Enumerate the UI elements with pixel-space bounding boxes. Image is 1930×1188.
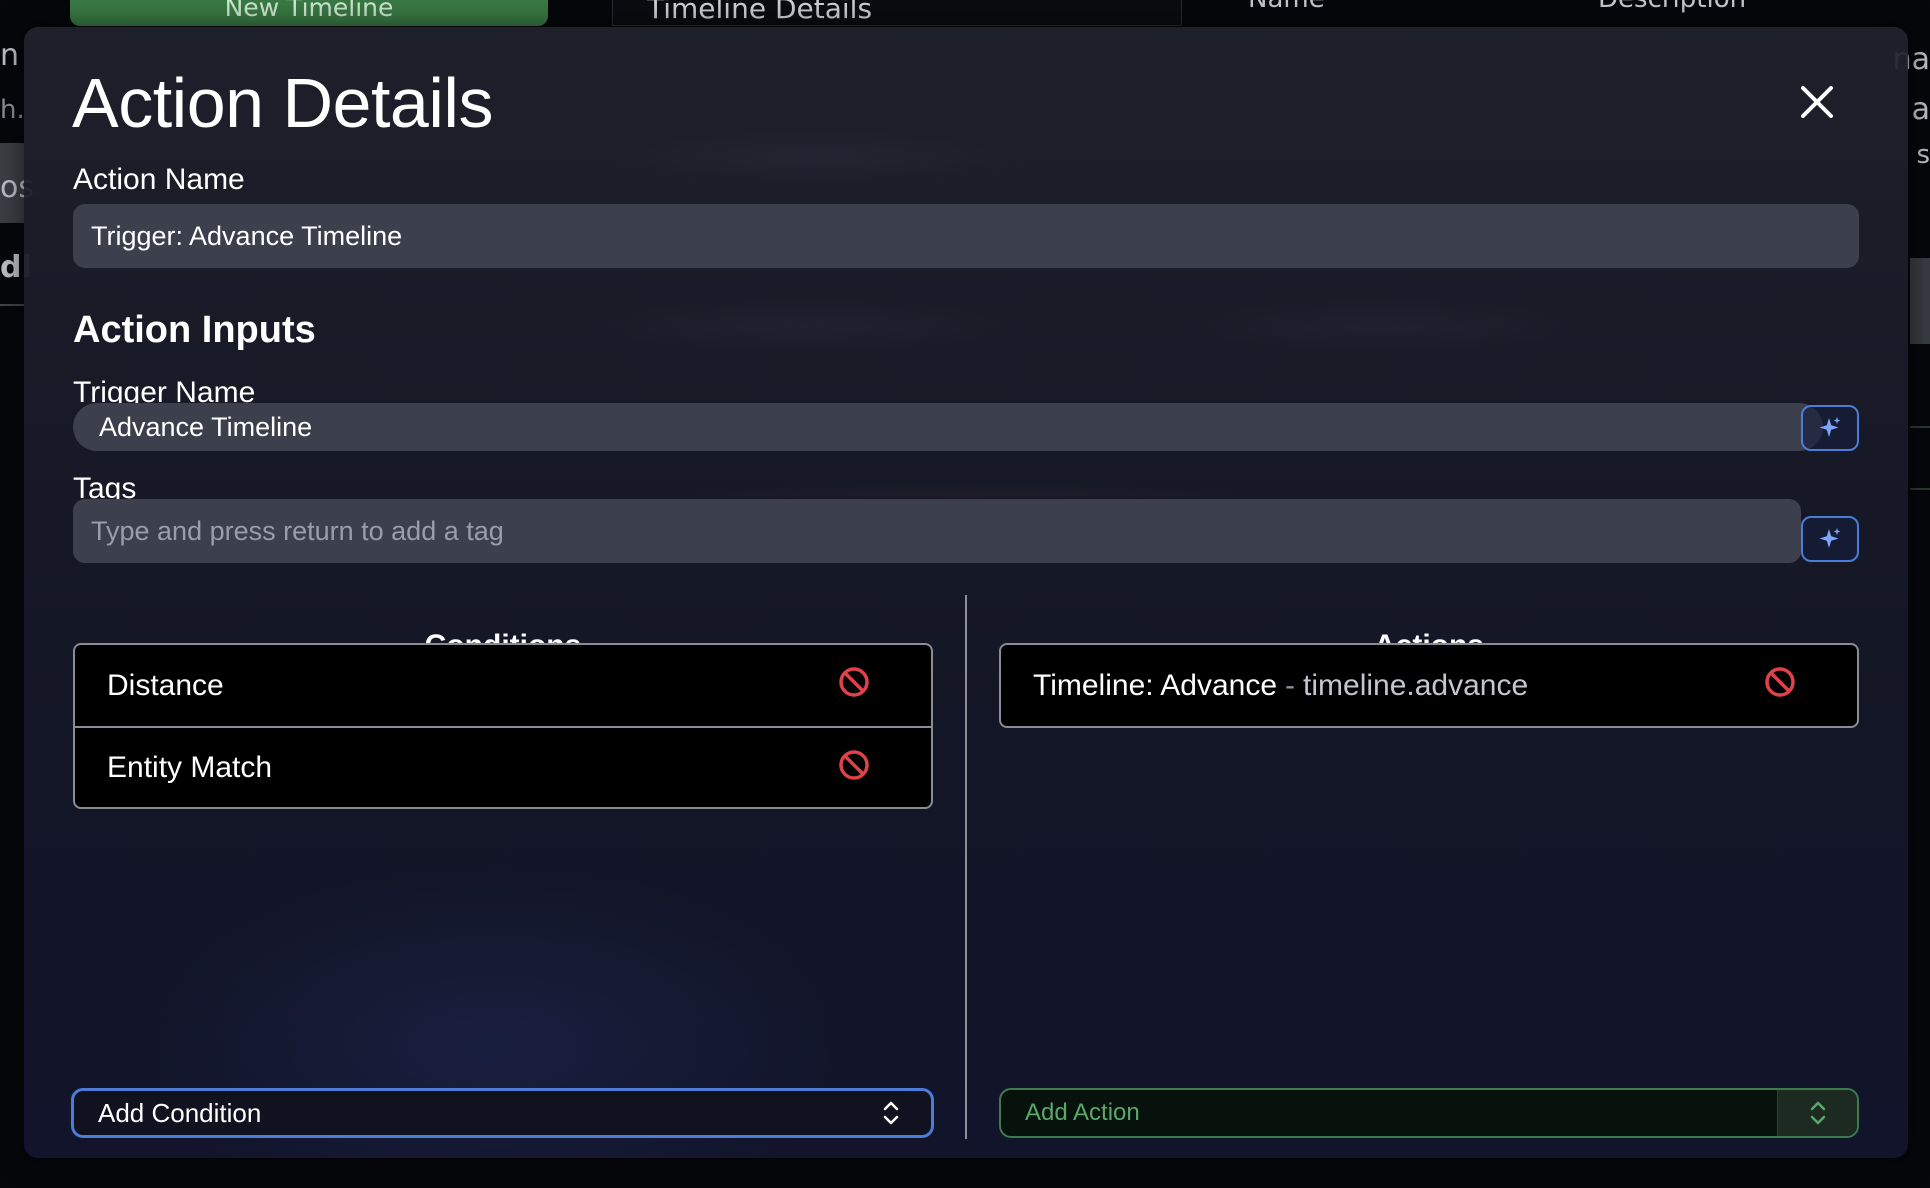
list-item[interactable]: Entity Match [75,726,931,807]
chevron-up-down-icon [883,1101,899,1125]
action-inputs-title: Action Inputs [73,309,316,351]
list-item[interactable]: Distance [75,645,931,726]
remove-action-button[interactable] [1763,665,1797,699]
background-right-line [1910,426,1930,428]
background-left-line [0,304,24,306]
action-label: Timeline: Advance [1033,668,1278,702]
trigger-name-sparkle-button[interactable] [1801,405,1859,451]
actions-list: Timeline: Advance - timeline.advance [999,643,1859,728]
condition-label: Entity Match [107,750,273,784]
modal-title: Action Details [72,64,493,142]
tags-sparkle-button[interactable] [1801,516,1859,562]
sparkle-icon [1819,417,1841,437]
add-action-label: Add Action [1025,1099,1140,1126]
add-condition-select[interactable]: Add Condition [71,1088,934,1138]
tags-input[interactable]: Type and press return to add a tag [73,499,1801,563]
background-right-fragment: s [1916,140,1930,170]
prohibited-icon [839,667,869,697]
select-chevron [1777,1090,1857,1136]
step-name-header-text: Step Name [1248,0,1325,14]
background-left-fragment: n [0,38,20,73]
background-right-line [1910,488,1930,490]
close-icon [1801,86,1833,118]
timeline-details-label: Timeline Details [647,0,873,25]
prohibited-icon [839,750,869,780]
add-condition-label: Add Condition [98,1097,262,1128]
sparkle-icon [1819,528,1841,548]
description-header-text: Description [1598,0,1746,14]
new-timeline-button[interactable]: New Timeline [70,0,548,26]
select-chevron [871,1091,911,1135]
close-button[interactable] [1794,79,1840,125]
chevron-up-down-icon [1810,1101,1825,1125]
background-right-fragment: a [1911,92,1930,127]
add-action-select[interactable]: Add Action [999,1088,1859,1138]
trigger-name-input[interactable]: Advance Timeline [73,403,1823,451]
action-name-label: Action Name [73,163,245,196]
action-id: timeline.advance [1303,668,1529,702]
timeline-details-tab[interactable]: Timeline Details [612,0,1182,26]
remove-condition-button[interactable] [837,665,871,699]
action-details-modal: Action Details Action Name Trigger: Adva… [24,27,1908,1158]
action-separator: - [1285,668,1296,702]
prohibited-icon [1765,667,1795,697]
new-timeline-label: New Timeline [224,0,394,22]
remove-condition-button[interactable] [837,748,871,782]
column-divider [965,595,967,1139]
condition-label: Distance [107,668,224,702]
background-left-fragment: h. [0,95,25,125]
conditions-list: Distance Entity Match [73,643,933,809]
action-name-input[interactable]: Trigger: Advance Timeline [73,204,1859,268]
background-right-band [1910,258,1930,344]
list-item[interactable]: Timeline: Advance - timeline.advance [1001,645,1857,726]
